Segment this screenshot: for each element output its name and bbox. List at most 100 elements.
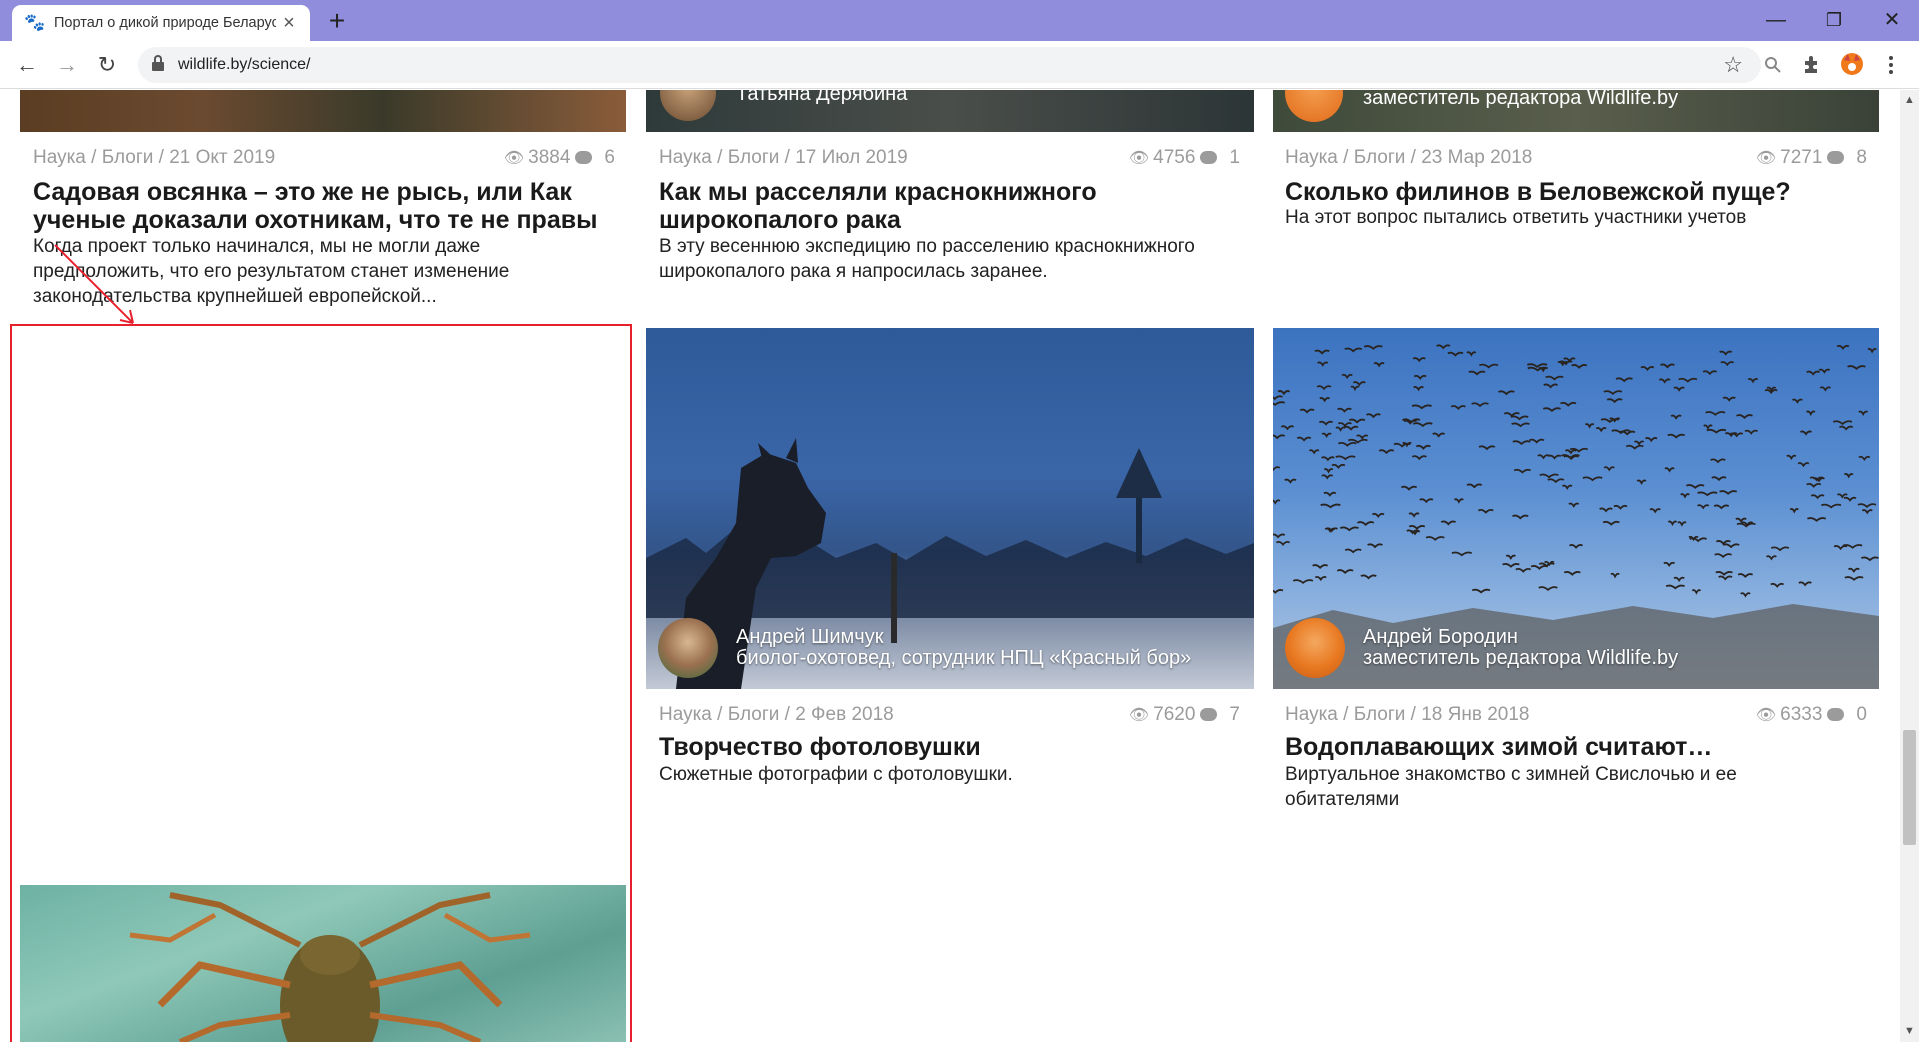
bird-mark — [1336, 569, 1354, 575]
bird-mark — [1537, 454, 1550, 460]
article-image[interactable]: заместитель редактора Wildlife.by — [1273, 90, 1879, 132]
article-stats: 👁 3884 6 — [495, 147, 615, 169]
author-role: заместитель редактора Wildlife.by — [1363, 90, 1679, 109]
close-window-button[interactable]: ✕ — [1877, 6, 1907, 34]
bird-mark — [1542, 407, 1562, 413]
browser-tab[interactable]: 🐾 Портал о дикой природе Беларуси × — [12, 5, 310, 41]
bird-mark — [1713, 504, 1730, 510]
bird-mark — [1341, 373, 1353, 380]
browser-titlebar: 🐾 Портал о дикой природе Беларуси × + — … — [0, 0, 1919, 41]
author-avatar — [660, 90, 716, 121]
bird-mark — [1818, 368, 1831, 374]
bird-mark — [1314, 576, 1327, 582]
bird-mark — [1348, 438, 1368, 444]
article-meta[interactable]: Наука / Блоги / 17 Июл 2019 — [659, 147, 908, 169]
forward-button[interactable]: → — [52, 50, 82, 80]
bird-mark — [1702, 370, 1718, 376]
eye-icon: 👁 — [1755, 150, 1777, 167]
bird-mark — [1299, 408, 1315, 414]
address-bar[interactable]: wildlife.by/science/ ☆ — [138, 47, 1761, 83]
article-title[interactable]: Сколько филинов в Беловежской пуще? — [1285, 178, 1865, 206]
bird-mark — [1366, 413, 1381, 419]
bird-mark — [1512, 514, 1529, 520]
bird-mark — [1582, 476, 1603, 482]
restore-button[interactable]: ❐ — [1819, 6, 1849, 34]
article-image[interactable]: Андрей Шимчук биолог-охотовед, сотрудник… — [646, 328, 1254, 689]
bird-mark — [1451, 551, 1473, 557]
bird-mark — [1515, 567, 1532, 573]
bird-mark — [1735, 517, 1747, 523]
scroll-down-arrow[interactable]: ▼ — [1904, 1025, 1915, 1037]
bird-mark — [1860, 556, 1879, 562]
bird-mark — [1747, 377, 1759, 384]
bird-mark — [1673, 386, 1685, 392]
bird-mark — [1510, 415, 1529, 421]
article-image[interactable] — [20, 90, 626, 132]
bird-mark — [1314, 349, 1330, 355]
bird-mark — [1331, 463, 1346, 469]
bird-mark — [1670, 414, 1682, 420]
article-image[interactable]: Татьяна Дерябина — [646, 90, 1254, 132]
search-icon[interactable] — [1764, 56, 1782, 74]
article-title[interactable]: Творчество фотоловушки — [659, 733, 1239, 761]
bird-mark — [1644, 437, 1658, 443]
fox-avatar-icon[interactable] — [1839, 52, 1865, 76]
bird-mark — [1425, 536, 1445, 541]
page-scrollbar[interactable]: ▲ ▼ — [1900, 90, 1919, 1042]
bird-mark — [1468, 370, 1486, 376]
article-meta[interactable]: Наука / Блоги / 2 Фев 2018 — [659, 704, 894, 726]
article-meta[interactable]: Наука / Блоги / 21 Окт 2019 — [33, 147, 275, 169]
bird-mark — [1412, 357, 1426, 363]
bird-mark — [1636, 479, 1647, 485]
article-title[interactable]: Как мы расселяли краснокнижного широкопа… — [659, 178, 1239, 234]
bird-mark — [1836, 344, 1850, 350]
puzzle-icon[interactable] — [1801, 53, 1823, 75]
bird-mark — [1273, 395, 1283, 401]
bird-mark — [1477, 508, 1494, 514]
article-meta[interactable]: Наука / Блоги / 18 Янв 2018 — [1285, 704, 1529, 726]
lock-icon — [152, 55, 164, 71]
bird-mark — [1275, 540, 1291, 546]
article-meta[interactable]: Наука / Блоги / 23 Мар 2018 — [1285, 147, 1532, 169]
scroll-up-arrow[interactable]: ▲ — [1904, 94, 1915, 106]
bird-mark — [1610, 572, 1620, 579]
bird-mark — [1478, 445, 1496, 451]
bird-mark — [1321, 432, 1332, 438]
bird-mark — [1316, 385, 1332, 391]
bird-mark — [1412, 422, 1433, 428]
tab-close-button[interactable]: × — [280, 12, 298, 35]
bird-mark — [1765, 555, 1777, 561]
article-title[interactable]: Водоплавающих зимой считают… — [1285, 733, 1865, 761]
bird-mark — [1819, 386, 1832, 392]
bird-mark — [1786, 454, 1797, 461]
bird-mark — [1273, 499, 1281, 505]
bird-mark — [1292, 579, 1314, 584]
bird-mark — [1799, 430, 1813, 436]
bird-mark — [1867, 347, 1877, 354]
scroll-thumb[interactable] — [1903, 730, 1916, 845]
back-button[interactable]: ← — [12, 50, 42, 80]
bird-mark — [1466, 483, 1483, 489]
bookmark-star-icon[interactable]: ☆ — [1723, 52, 1743, 78]
bird-mark — [1770, 582, 1785, 588]
bird-mark — [1667, 520, 1678, 527]
reload-button[interactable]: ↻ — [92, 50, 122, 80]
bird-mark — [1858, 410, 1869, 417]
article-image[interactable]: Андрей Бородин заместитель редактора Wil… — [1273, 328, 1879, 689]
new-tab-button[interactable]: + — [322, 6, 352, 36]
comments-count: 0 — [1856, 704, 1867, 725]
bird-mark — [1857, 503, 1877, 508]
eye-icon: 👁 — [503, 150, 525, 167]
bird-mark — [1547, 454, 1562, 460]
bird-mark — [1710, 458, 1726, 464]
bird-mark — [1663, 561, 1676, 568]
menu-icon[interactable] — [1887, 54, 1895, 76]
article-title[interactable]: Садовая овсянка – это же не рысь, или Ка… — [33, 178, 613, 234]
bird-mark — [1691, 589, 1702, 595]
author-avatar — [658, 618, 718, 678]
bird-mark — [1602, 520, 1620, 526]
author-name: Андрей Бородин — [1363, 626, 1518, 648]
bird-mark — [1858, 455, 1871, 462]
minimize-button[interactable]: — — [1761, 6, 1791, 34]
bird-mark — [1625, 444, 1644, 450]
